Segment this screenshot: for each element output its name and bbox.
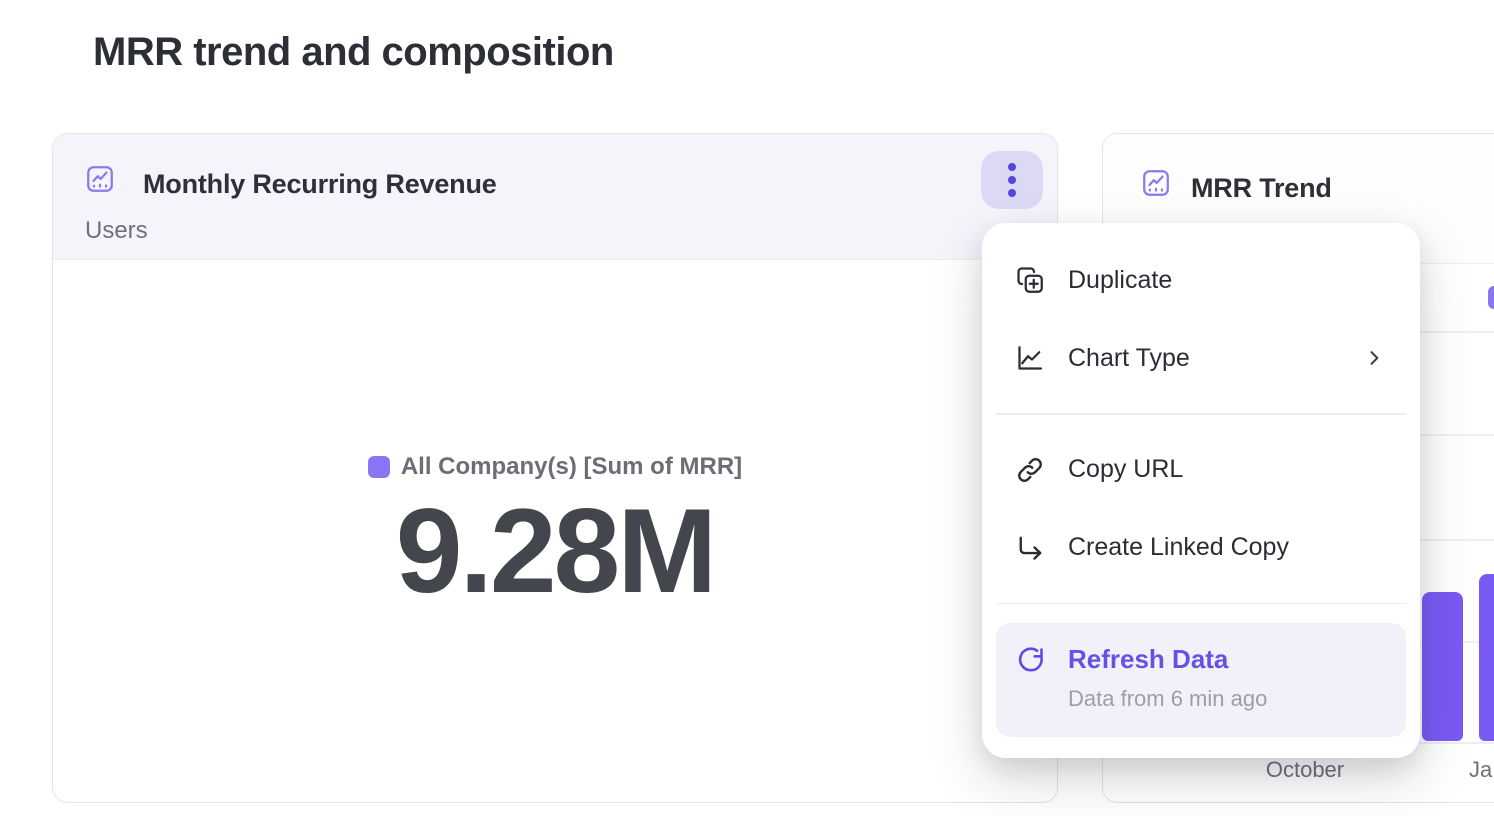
refresh-data-freshness: Data from 6 min ago [1068,686,1267,712]
menu-item-label: Duplicate [1068,266,1172,295]
dashboard-page: MRR trend and composition Monthly Recurr… [0,0,1494,816]
menu-item-refresh-data[interactable]: Refresh Data Data from 6 min ago [996,623,1406,737]
trend-card-title: MRR Trend [1191,173,1332,204]
card-options-menu: Duplicate Chart Type [982,223,1420,758]
menu-item-chart-type[interactable]: Chart Type [982,319,1420,397]
x-axis-label-january: Ja [1469,757,1492,783]
mrr-card-title: Monthly Recurring Revenue [143,169,497,200]
menu-divider [996,603,1406,605]
mrr-card: Monthly Recurring Revenue Users All Comp… [52,133,1058,803]
duplicate-icon [1015,265,1045,295]
menu-item-label: Refresh Data [1068,644,1228,675]
bar-january[interactable] [1479,574,1494,741]
mrr-value: 9.28M [396,491,715,611]
mrr-card-subtitle: Users [85,217,148,245]
menu-item-duplicate[interactable]: Duplicate [982,241,1420,319]
mrr-legend: All Company(s) [Sum of MRR] [368,453,742,481]
menu-item-create-linked-copy[interactable]: Create Linked Copy [982,509,1420,587]
page-title: MRR trend and composition [93,30,614,75]
refresh-icon [1016,645,1046,675]
linked-copy-arrow-icon [1015,533,1045,563]
bar-october[interactable] [1422,592,1463,741]
menu-item-label: Create Linked Copy [1068,533,1289,562]
chart-type-icon [1015,343,1045,373]
mrr-card-header: Monthly Recurring Revenue Users [53,134,1057,260]
menu-item-label: Chart Type [1068,344,1190,373]
mrr-card-options-button[interactable] [981,151,1043,209]
link-icon [1015,455,1045,485]
kebab-menu-icon [1008,163,1016,171]
menu-divider [996,413,1406,415]
chevron-right-icon [1364,348,1384,368]
legend-swatch-icon [368,456,390,478]
trend-legend-swatch-icon [1488,286,1494,309]
mrr-legend-label: All Company(s) [Sum of MRR] [401,453,742,481]
chart-widget-icon [85,164,115,194]
menu-item-copy-url[interactable]: Copy URL [982,431,1420,509]
x-axis-label-october: October [1261,757,1349,783]
menu-item-label: Copy URL [1068,455,1183,484]
chart-widget-icon [1141,168,1171,198]
mrr-metric-body: All Company(s) [Sum of MRR] 9.28M [53,260,1057,803]
